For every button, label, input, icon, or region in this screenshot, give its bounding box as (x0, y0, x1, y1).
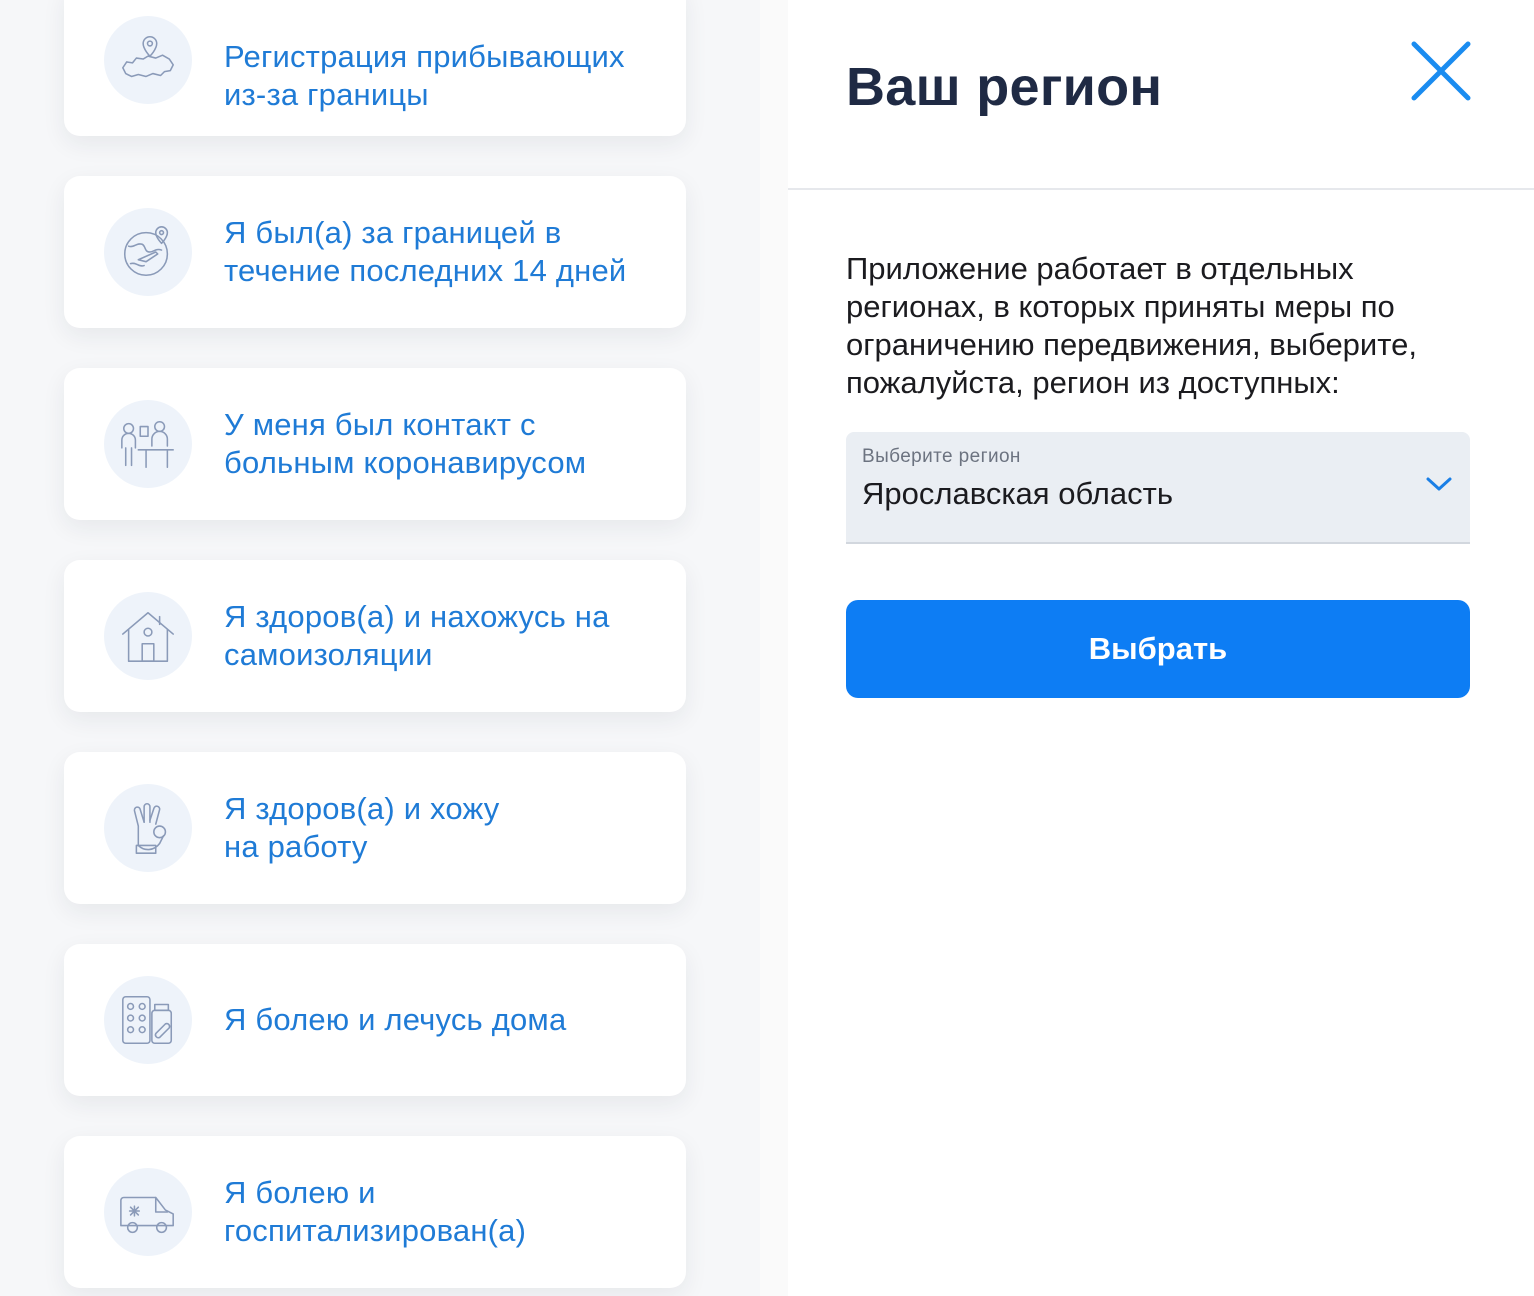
option-card-healthy-work[interactable]: Я здоров(а) и хожу на работу (64, 752, 686, 904)
ambulance-icon (104, 1168, 192, 1256)
option-label: У меня был контакт с больным коронавирус… (224, 407, 587, 480)
globe-plane-icon (104, 208, 192, 296)
divider (788, 188, 1534, 190)
option-list: Регистрация прибывающих из-за границы Я … (0, 0, 760, 1296)
chevron-down-icon (1426, 477, 1452, 491)
submit-button[interactable]: Выбрать (846, 600, 1470, 698)
close-button[interactable] (1408, 38, 1474, 104)
region-select[interactable]: Выберите регион Ярославская область (846, 432, 1470, 544)
screen: Регистрация прибывающих из-за границы Я … (0, 0, 1534, 1296)
option-card-self-isolation[interactable]: Я здоров(а) и нахожусь на самоизоляции (64, 560, 686, 712)
option-card-hospitalized[interactable]: Я болею и госпитализирован(а) (64, 1136, 686, 1288)
modal-title: Ваш регион (846, 57, 1163, 117)
option-label: Я здоров(а) и хожу на работу (224, 791, 500, 864)
select-caption: Выберите регион (862, 446, 1021, 467)
option-label: Я болею и госпитализирован(а) (224, 1175, 527, 1248)
option-label: Я был(а) за границей в течение последних… (224, 215, 627, 288)
option-label: Регистрация прибывающих из-за границы (224, 39, 625, 112)
option-card-abroad[interactable]: Я был(а) за границей в течение последних… (64, 176, 686, 328)
close-icon (1411, 41, 1471, 101)
russia-map-pin-icon (104, 16, 192, 104)
option-card-sick-home[interactable]: Я болею и лечусь дома (64, 944, 686, 1096)
people-contact-icon (104, 400, 192, 488)
option-label: Я болею и лечусь дома (224, 1002, 567, 1037)
ok-hand-icon (104, 784, 192, 872)
region-modal: Ваш регион Приложение работает в отдельн… (788, 0, 1534, 1296)
option-card-contact[interactable]: У меня был контакт с больным коронавирус… (64, 368, 686, 520)
select-value: Ярославская область (862, 476, 1173, 511)
house-icon (104, 592, 192, 680)
pills-icon (104, 976, 192, 1064)
option-label: Я здоров(а) и нахожусь на самоизоляции (224, 599, 610, 672)
modal-description: Приложение работает в отдельных регионах… (846, 251, 1417, 400)
option-card-arrivals[interactable]: Регистрация прибывающих из-за границы (64, 0, 686, 136)
